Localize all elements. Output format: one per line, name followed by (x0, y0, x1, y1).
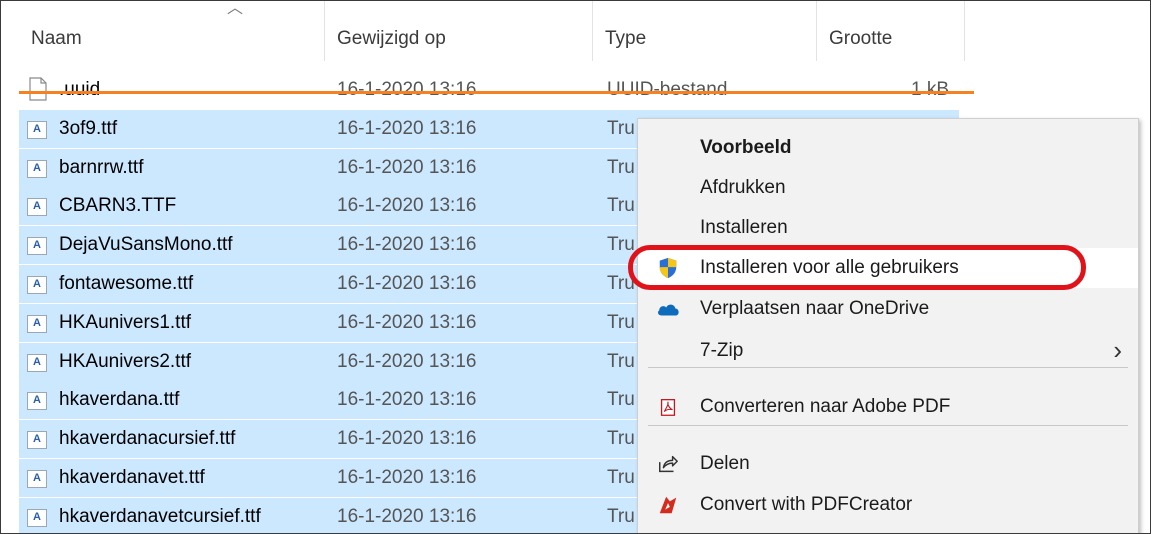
file-name: .uuid (59, 79, 101, 100)
pdfcreator-icon (659, 496, 677, 514)
file-modified: 16-1-2020 13:16 (337, 389, 477, 411)
menu-item-delen[interactable]: Delen (638, 444, 1138, 484)
file-modified: 16-1-2020 13:16 (337, 505, 477, 527)
file-name: DejaVuSansMono.ttf (59, 234, 233, 256)
menu-item-label: Installeren (700, 217, 788, 238)
file-modified: 16-1-2020 13:16 (337, 79, 477, 100)
file-modified: 16-1-2020 13:16 (337, 195, 477, 217)
context-menu: Voorbeeld Afdrukken Installeren Installeren… (637, 118, 1139, 533)
sort-ascending-icon: ︿ (227, 0, 244, 17)
column-header-modified-label: Gewijzigd op (337, 28, 446, 49)
menu-item-label: Verplaatsen naar OneDrive (700, 298, 930, 319)
menu-item-verplaatsen-naar-onedrive[interactable]: Verplaatsen naar OneDrive (638, 289, 1138, 329)
menu-item-label: 7-Zip (700, 340, 744, 361)
file-modified: 16-1-2020 13:16 (337, 273, 477, 294)
menu-item-voorbeeld[interactable]: Voorbeeld (638, 128, 1138, 168)
menu-item-installeren[interactable]: Installeren (638, 208, 1138, 248)
font-file-icon: A (27, 159, 47, 178)
file-name: 3of9.ttf (59, 117, 118, 139)
document-icon (29, 77, 47, 101)
font-file-icon: A (27, 508, 47, 527)
file-row[interactable]: .uuid 16-1-2020 13:16 UUID-bestand 1 kB (19, 71, 959, 109)
file-type: Tru (607, 467, 635, 488)
file-modified: 16-1-2020 13:16 (337, 428, 477, 450)
file-modified: 16-1-2020 13:16 (337, 234, 477, 256)
font-file-icon: A (27, 353, 47, 372)
file-name: fontawesome.ttf (59, 273, 194, 294)
font-file-icon: A (27, 392, 47, 411)
file-name: hkaverdanavet.ttf (59, 467, 205, 488)
menu-item-label: Afdrukken (700, 177, 786, 198)
file-type: UUID-bestand (607, 79, 728, 100)
strikethrough-annotation (19, 91, 974, 94)
file-size: 1 kB (910, 79, 949, 100)
menu-separator (648, 367, 1128, 368)
file-type: Tru (607, 117, 635, 139)
chevron-right-icon: › (1113, 335, 1122, 365)
file-name: CBARN3.TTF (59, 195, 177, 217)
menu-item-label: Converteren naar Adobe PDF (700, 396, 951, 417)
file-modified: 16-1-2020 13:16 (337, 156, 477, 178)
column-header-name[interactable]: Naam ︿ (19, 1, 325, 61)
share-icon (659, 455, 678, 473)
font-file-icon: A (27, 470, 47, 488)
menu-item-label: Voorbeeld (700, 137, 792, 158)
menu-item-label: Delen (700, 453, 750, 474)
file-type: Tru (607, 311, 635, 333)
font-file-icon: A (27, 314, 47, 333)
adobe-pdf-icon (660, 399, 676, 416)
file-type: Tru (607, 156, 635, 178)
explorer-window: Naam ︿ Gewijzigd op Type Grootte .uuid 16… (0, 0, 1151, 534)
file-name: hkaverdanavetcursief.ttf (59, 505, 261, 527)
file-type: Tru (607, 389, 635, 411)
file-type: Tru (607, 428, 635, 450)
column-header-type[interactable]: Type (593, 1, 817, 61)
font-file-icon: A (27, 198, 47, 217)
column-header-type-label: Type (605, 28, 647, 49)
file-name: hkaverdana.ttf (59, 389, 180, 411)
menu-separator (648, 425, 1128, 426)
file-modified: 16-1-2020 13:16 (337, 117, 477, 139)
column-header-name-label: Naam (31, 28, 82, 49)
file-name: barnrrw.ttf (59, 156, 144, 178)
file-name: HKAunivers1.ttf (59, 311, 191, 333)
menu-item-converteren-naar-adobe-pdf[interactable]: Converteren naar Adobe PDF (638, 387, 1138, 427)
font-file-icon: A (27, 237, 47, 256)
file-modified: 16-1-2020 13:16 (337, 467, 477, 488)
file-modified: 16-1-2020 13:16 (337, 311, 477, 333)
onedrive-cloud-icon (657, 304, 679, 316)
file-modified: 16-1-2020 13:16 (337, 350, 477, 372)
file-type: Tru (607, 350, 635, 372)
file-name: HKAunivers2.ttf (59, 350, 191, 372)
font-file-icon: A (27, 431, 47, 450)
font-file-icon: A (27, 276, 47, 294)
highlight-annotation (628, 245, 1086, 290)
file-name: hkaverdanacursief.ttf (59, 428, 236, 450)
column-header-bar: Naam ︿ Gewijzigd op Type Grootte (1, 1, 1150, 61)
file-type: Tru (607, 505, 635, 527)
column-header-size[interactable]: Grootte (817, 1, 965, 61)
menu-item-7-zip[interactable]: 7-Zip › (638, 331, 1138, 371)
menu-item-label: Convert with PDFCreator (700, 494, 913, 515)
menu-item-convert-with-pdfcreator[interactable]: Convert with PDFCreator (638, 485, 1138, 525)
column-header-modified[interactable]: Gewijzigd op (325, 1, 593, 61)
menu-item-afdrukken[interactable]: Afdrukken (638, 168, 1138, 208)
column-header-size-label: Grootte (829, 28, 893, 49)
file-type: Tru (607, 195, 635, 217)
font-file-icon: A (27, 120, 47, 139)
